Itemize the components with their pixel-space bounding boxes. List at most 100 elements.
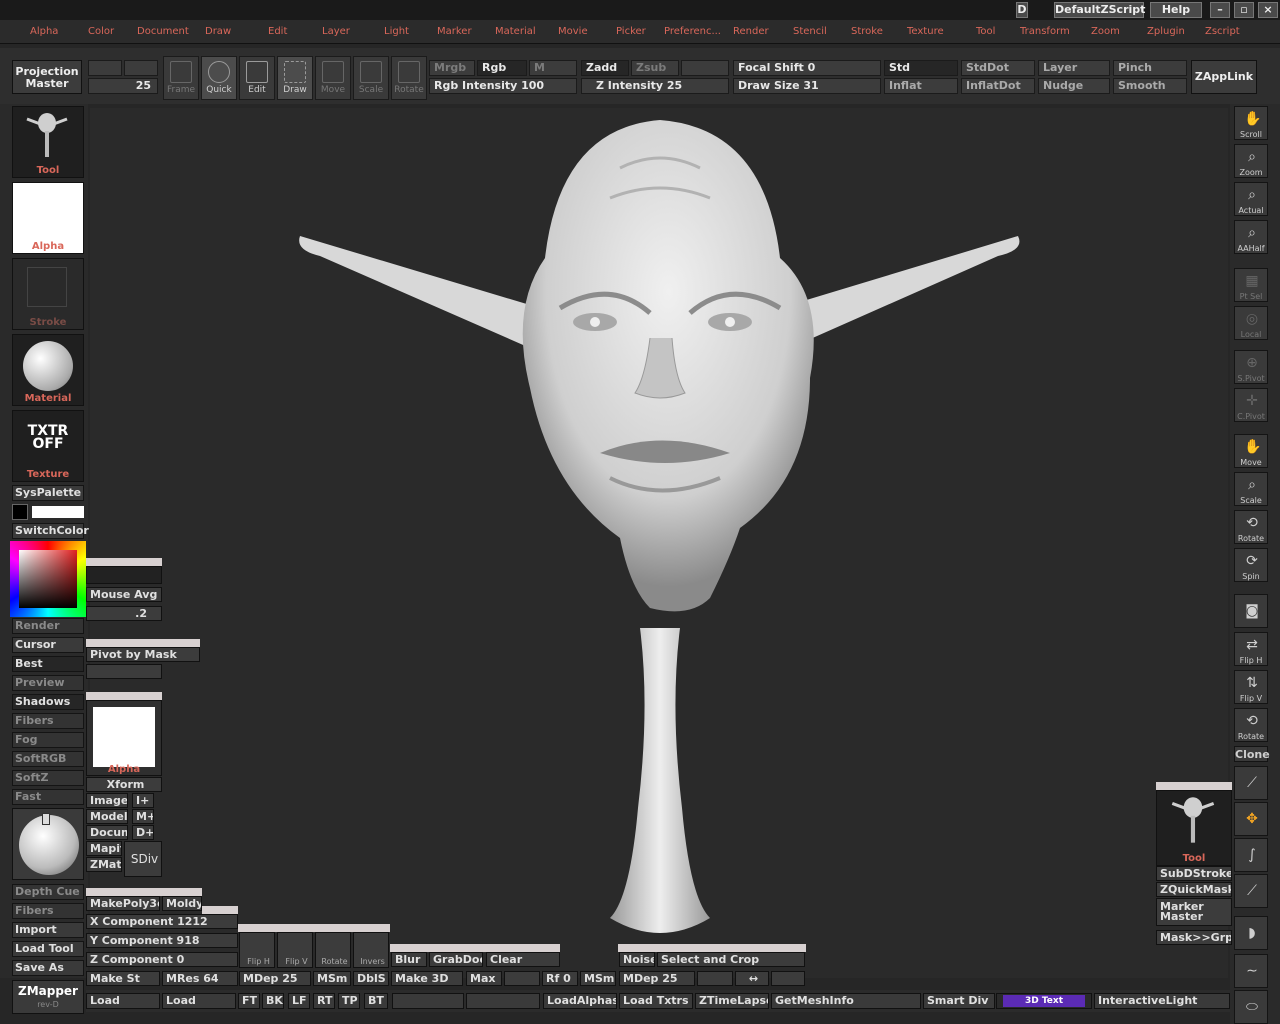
scroll-button[interactable]: ✋ Scroll (1234, 106, 1268, 140)
view-lf-button[interactable]: LF (288, 993, 310, 1009)
menu-light[interactable]: Light (384, 26, 409, 37)
loadalphas-button[interactable]: LoadAlphas (543, 993, 617, 1009)
grabdoc-button[interactable]: GrabDoc (429, 952, 483, 967)
quick-button[interactable]: Quick (201, 56, 237, 100)
menu-texture[interactable]: Texture (907, 26, 944, 37)
misc-button[interactable] (771, 971, 805, 986)
brush-2-button[interactable]: ∫ (1234, 838, 1268, 872)
pt-sel-button[interactable]: ▦ Pt Sel (1234, 268, 1268, 302)
clone-button[interactable]: Clone (1234, 746, 1270, 762)
brush-5-button[interactable]: ∼ (1234, 954, 1268, 988)
brush-nudge[interactable]: Nudge (1038, 78, 1110, 94)
brush-inflat[interactable]: Inflat (884, 78, 958, 94)
brush-1-button[interactable]: ⟋ (1234, 766, 1268, 800)
mask-grp-button[interactable]: Mask>>Grp (1156, 930, 1232, 945)
menu-movie[interactable]: Movie (558, 26, 588, 37)
flip-h-button[interactable]: Flip H (239, 932, 275, 968)
color-picker-square[interactable] (19, 550, 77, 608)
flip-h-view-button[interactable]: ⇄ Flip H (1234, 632, 1268, 666)
mouse-avg-button[interactable]: Mouse Avg (86, 587, 162, 602)
alpha-preview[interactable]: Alpha (86, 700, 162, 776)
light-handle-icon[interactable] (42, 813, 50, 825)
noise-button[interactable]: Noise (619, 952, 655, 967)
close-icon[interactable]: × (1258, 2, 1278, 18)
mdep-slider[interactable]: MDep 25 (239, 971, 311, 986)
make-st-button[interactable]: Make St (86, 971, 160, 986)
import-button[interactable]: Import (12, 922, 84, 938)
rotate-button[interactable]: Rotate (391, 56, 427, 100)
edit-field-a[interactable] (88, 60, 122, 76)
brush-3-button[interactable]: ⟋ (1234, 874, 1268, 908)
switchcolor-button[interactable]: SwitchColor (12, 523, 89, 539)
menu-zplugin[interactable]: Zplugin (1147, 26, 1185, 37)
softz-button[interactable]: SoftZ (12, 770, 84, 786)
menu-document[interactable]: Document (137, 26, 189, 37)
preview-button[interactable]: Preview (12, 675, 84, 691)
menu-render[interactable]: Render (733, 26, 769, 37)
zapplink-button[interactable]: ZAppLink (1191, 60, 1257, 94)
menu-color[interactable]: Color (88, 26, 114, 37)
secondary-color-swatch[interactable] (12, 504, 28, 520)
zcut-button[interactable] (681, 60, 729, 76)
rf-slider[interactable]: Rf 0 (542, 971, 578, 986)
sdiv-button[interactable]: SDiv (124, 841, 162, 877)
3d-text-button[interactable]: 3D Text (996, 993, 1092, 1009)
msm2-button[interactable]: MSm (580, 971, 616, 986)
z-component-slider[interactable]: Z Component 0 (86, 952, 238, 967)
menu-tool[interactable]: Tool (976, 26, 995, 37)
brush-inflatdot[interactable]: InflatDot (961, 78, 1035, 94)
zoom-button[interactable]: ⌕ Zoom (1234, 144, 1268, 178)
smart-div-button[interactable]: Smart Div (923, 993, 995, 1009)
best-button[interactable]: Best (12, 656, 84, 672)
depth-cue-button[interactable]: Depth Cue (12, 884, 84, 900)
disabled-button-2[interactable] (466, 993, 540, 1009)
help-button[interactable]: Help (1150, 2, 1202, 18)
light-sphere[interactable] (12, 808, 84, 880)
subdstroke-button[interactable]: SubDStroke (1156, 866, 1232, 881)
scale-button[interactable]: Scale (353, 56, 389, 100)
menu-stencil[interactable]: Stencil (793, 26, 827, 37)
menu-preferences[interactable]: Preferenc... (664, 26, 721, 37)
menu-zscript[interactable]: Zscript (1205, 26, 1240, 37)
image-plus-button[interactable]: I+ (132, 793, 154, 808)
menu-marker[interactable]: Marker (437, 26, 472, 37)
aahalf-button[interactable]: ⌕ AAHalf (1234, 220, 1268, 254)
alpha-thumbnail[interactable]: Alpha (12, 182, 84, 254)
swatch-button[interactable] (697, 971, 733, 986)
texture-thumbnail[interactable]: TXTR OFF Texture (12, 410, 84, 482)
scale-view-button[interactable]: ⌕ Scale (1234, 472, 1268, 506)
menu-picker[interactable]: Picker (616, 26, 646, 37)
make-3d-button[interactable]: Make 3D (391, 971, 463, 986)
fast-button[interactable]: Fast (12, 789, 84, 805)
brush-6-button[interactable]: ⬭ (1234, 990, 1268, 1024)
zquickmask-button[interactable]: ZQuickMask (1156, 882, 1232, 897)
docum-plus-button[interactable]: D+ (132, 825, 154, 840)
rgb-button[interactable]: Rgb (477, 60, 527, 76)
brush-std[interactable]: Std (884, 60, 958, 76)
select-and-crop-button[interactable]: Select and Crop (657, 952, 805, 967)
material-thumbnail[interactable]: Material (12, 334, 84, 406)
tool-thumbnail[interactable]: Tool (12, 106, 84, 178)
c-pivot-button[interactable]: ✛ C.Pivot (1234, 388, 1268, 422)
menu-stroke[interactable]: Stroke (851, 26, 883, 37)
edit-button[interactable]: Edit (239, 56, 275, 100)
view-bt-button[interactable]: BT (364, 993, 388, 1009)
flip-v-view-button[interactable]: ⇅ Flip V (1234, 670, 1268, 704)
disabled-button-1[interactable] (392, 993, 464, 1009)
edit-value[interactable]: 25 (88, 78, 158, 94)
default-zscript-button[interactable]: DefaultZScript (1054, 2, 1145, 18)
render-button[interactable]: Render (12, 618, 84, 634)
document-canvas[interactable] (90, 108, 1228, 978)
title-stub[interactable]: D (1016, 2, 1028, 18)
docum-button[interactable]: Docum (86, 825, 128, 840)
mdep2-slider[interactable]: MDep 25 (619, 971, 695, 986)
rgb-intensity-slider[interactable]: Rgb Intensity 100 (429, 78, 577, 94)
brush-4-button[interactable]: ◗ (1234, 916, 1268, 950)
actual-button[interactable]: ⌕ Actual (1234, 182, 1268, 216)
zsub-button[interactable]: Zsub (631, 60, 679, 76)
mapit-button[interactable]: Mapit (86, 841, 122, 856)
model-button[interactable]: Model (86, 809, 128, 824)
brush-layer[interactable]: Layer (1038, 60, 1110, 76)
softrgb-button[interactable]: SoftRGB (12, 751, 84, 767)
getmeshinfo-button[interactable]: GetMeshInfo (771, 993, 921, 1009)
